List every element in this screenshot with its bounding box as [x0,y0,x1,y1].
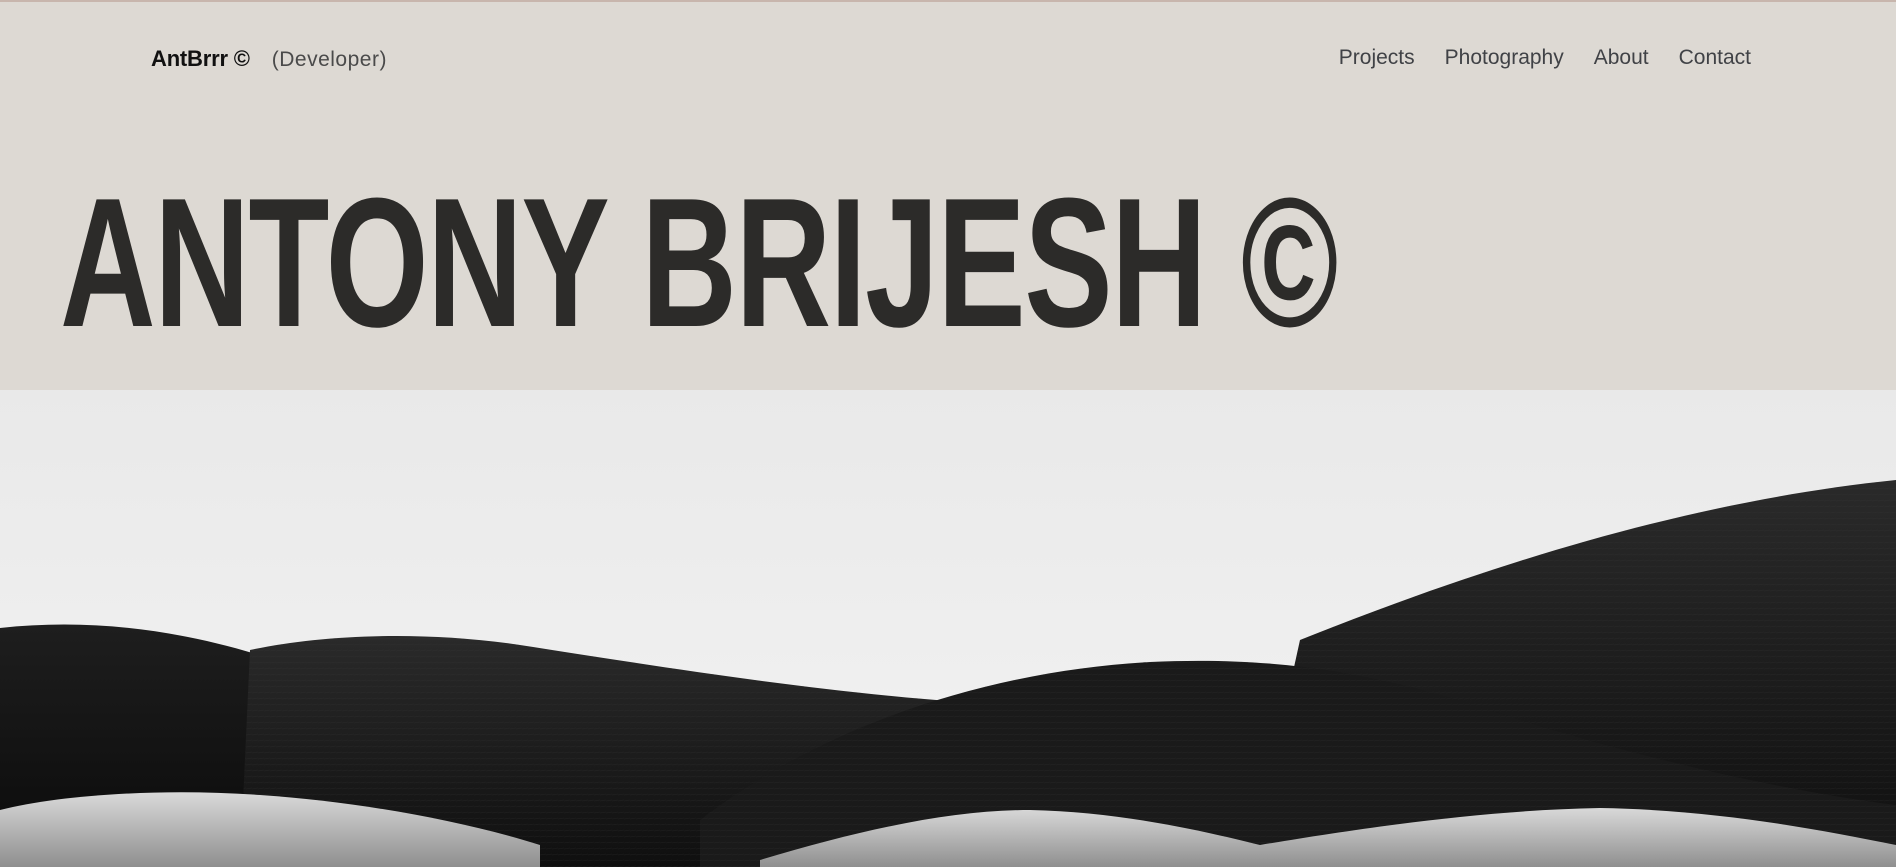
brand-logo-link[interactable]: AntBrrr © [151,46,250,72]
main-nav: Projects Photography About Contact [1339,46,1751,70]
landscape-hero-image [0,390,1896,867]
nav-link-projects[interactable]: Projects [1339,46,1415,70]
hero-title: ANTONY BRIJESH © [60,159,1338,365]
hero-header-section: AntBrrr © (Developer) Projects Photograp… [0,0,1896,390]
nav-link-contact[interactable]: Contact [1679,46,1751,70]
nav-link-about[interactable]: About [1594,46,1649,70]
nav-link-photography[interactable]: Photography [1445,46,1564,70]
brand: AntBrrr © (Developer) [151,46,387,72]
brand-role-label: (Developer) [271,48,387,71]
